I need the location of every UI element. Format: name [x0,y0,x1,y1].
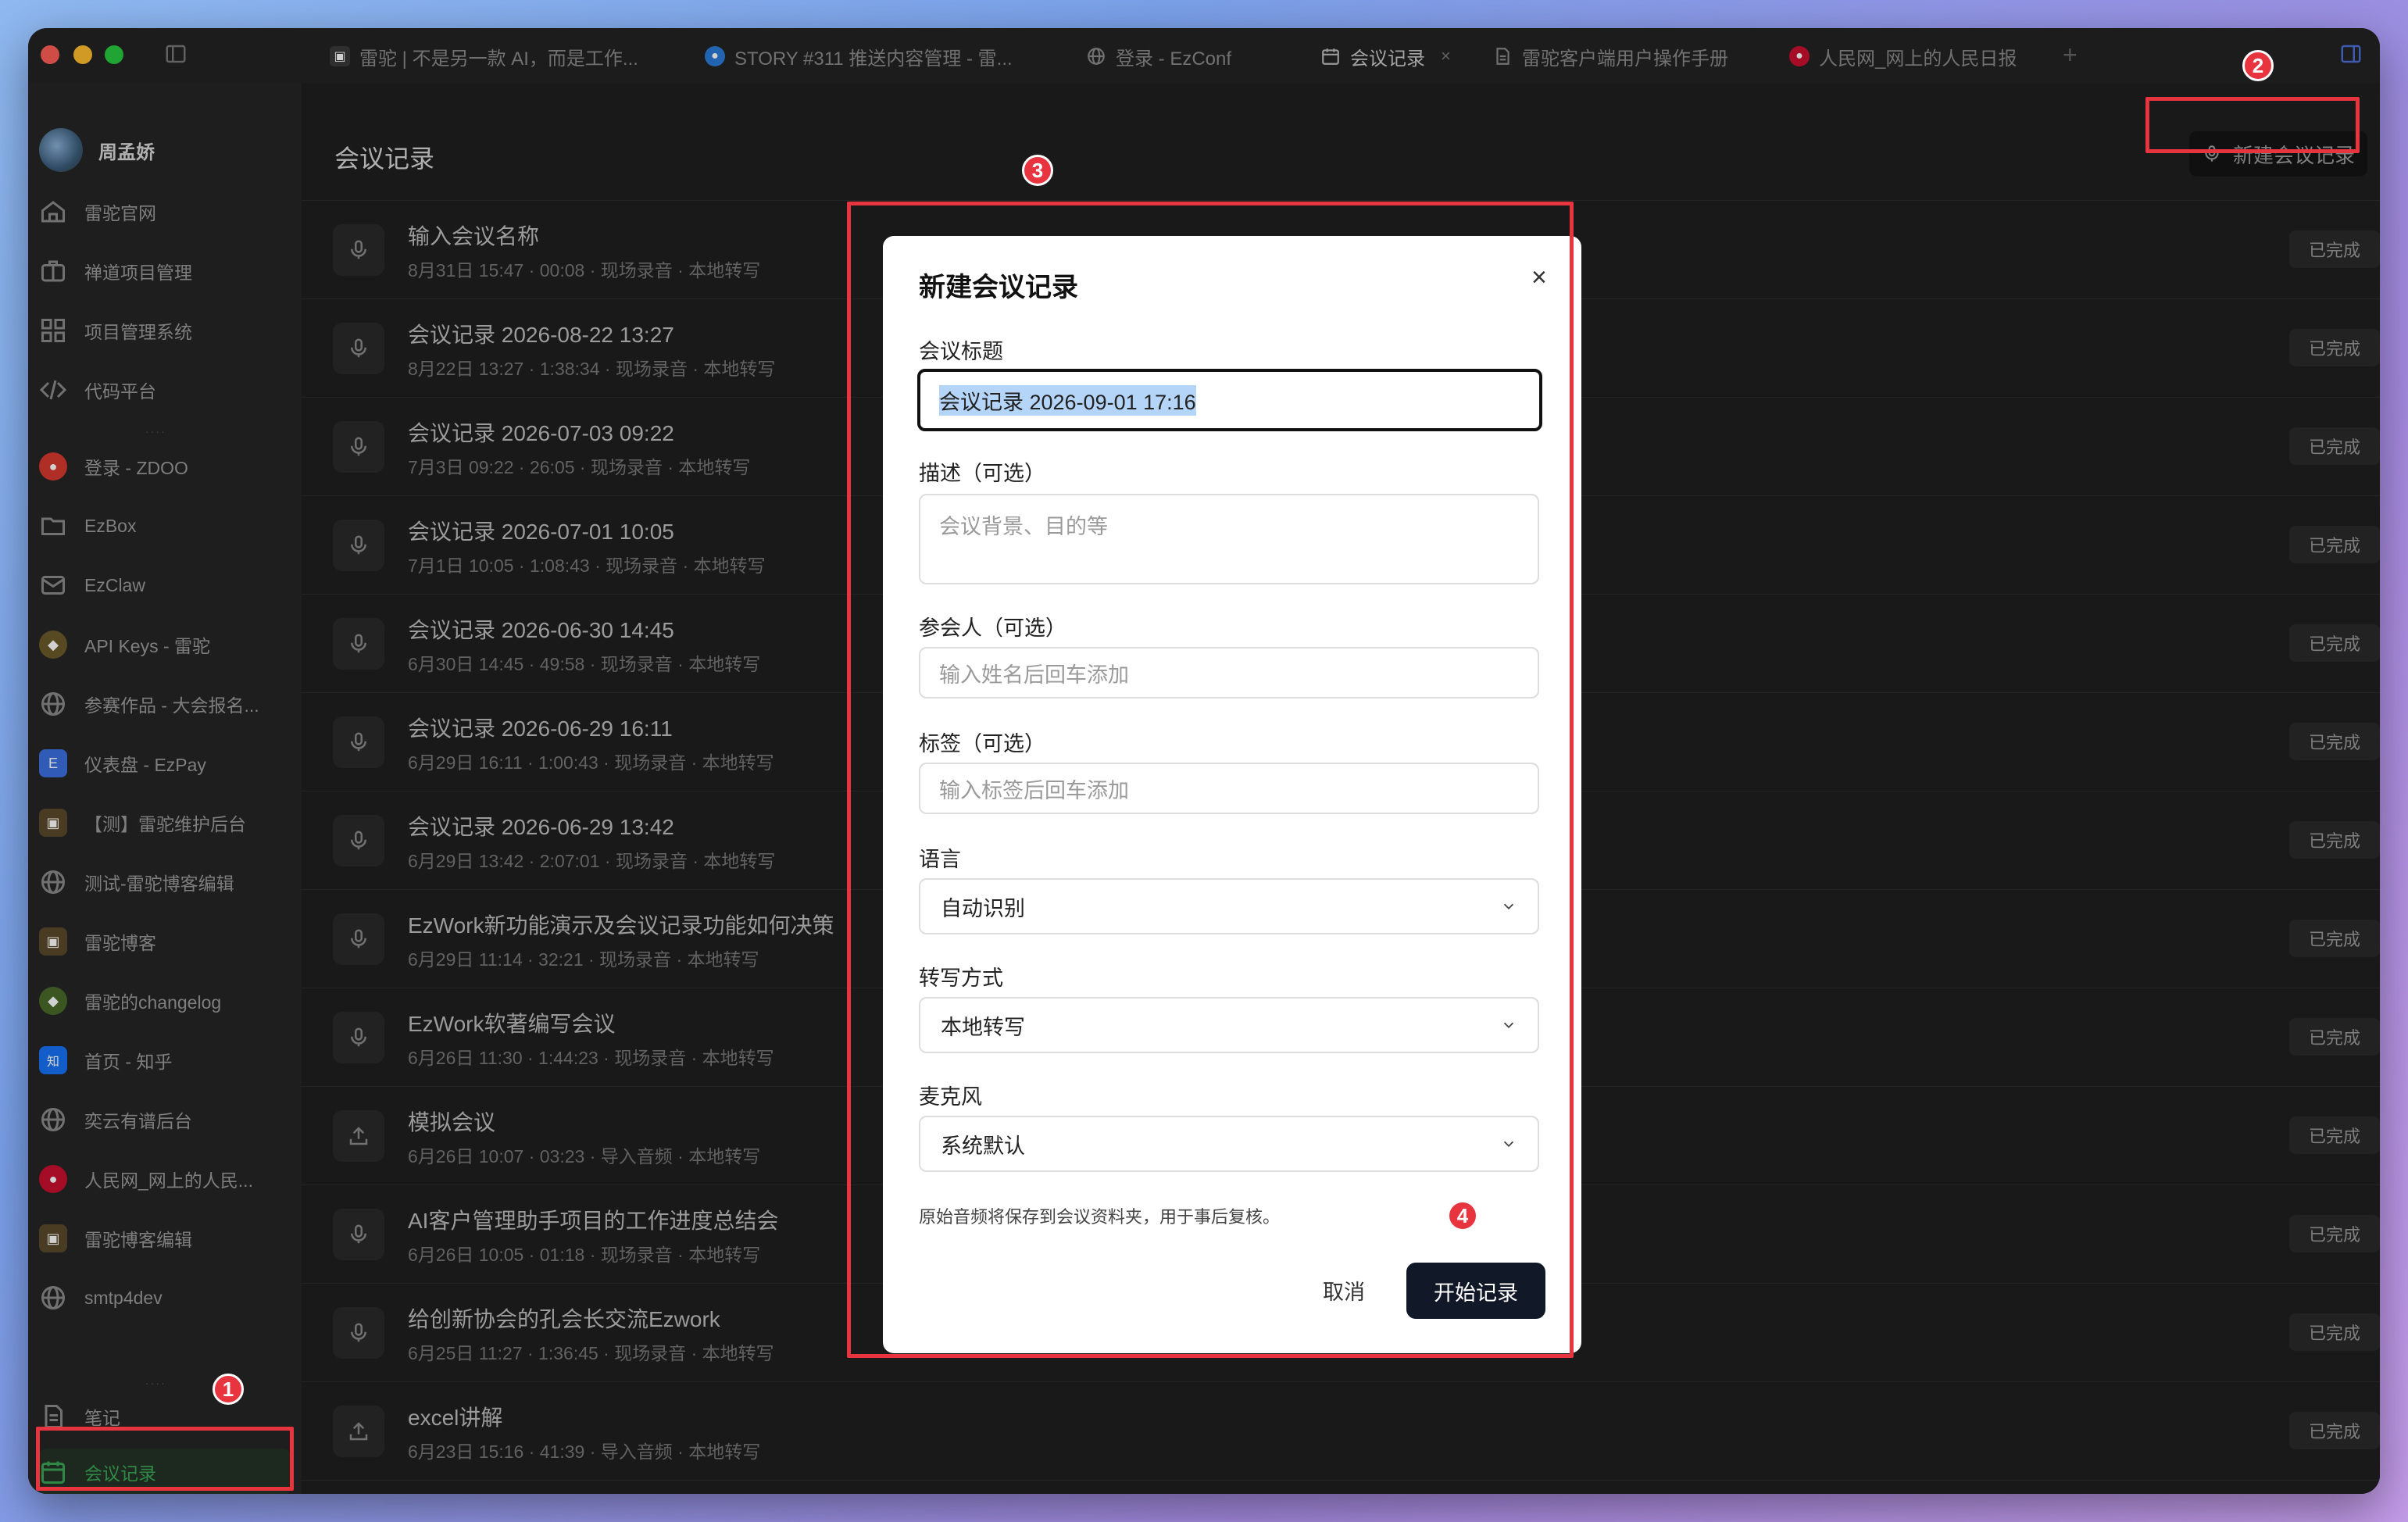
annotation-badge-4: 4 [1447,1200,1478,1231]
annotation-badge-1: 1 [213,1374,244,1405]
annotation-box-2 [2145,97,2360,153]
annotation-badge-2: 2 [2242,50,2274,81]
app-window: ▣ 雷驼 | 不是另一款 AI，而是工作... ● STORY #311 推送内… [28,28,2380,1494]
annotation-box-3 [847,202,1574,1358]
annotation-badge-3: 3 [1022,155,1053,186]
annotation-box-1 [36,1427,294,1491]
